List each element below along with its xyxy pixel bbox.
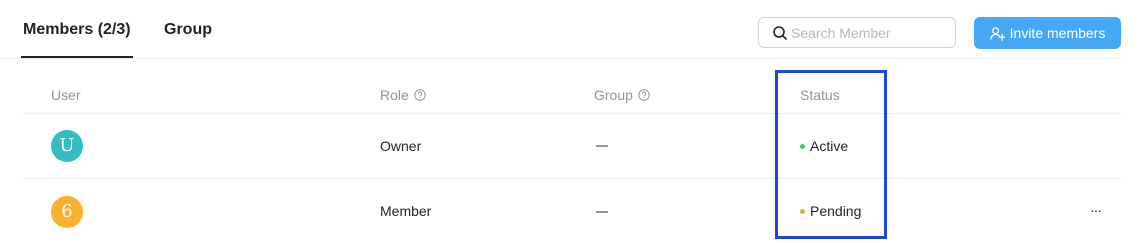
tab-group[interactable]: Group — [164, 20, 212, 40]
avatar: 6 — [51, 196, 83, 228]
question-circle-icon[interactable] — [414, 89, 426, 101]
row-divider — [22, 113, 1121, 114]
search-icon — [773, 26, 787, 40]
add-user-icon — [989, 26, 1005, 41]
column-header-group: Group — [594, 87, 650, 103]
tab-members[interactable]: Members (2/3) — [23, 20, 131, 40]
search-box[interactable] — [758, 17, 956, 48]
row-divider — [22, 178, 1121, 179]
invite-members-label: Invite members — [1009, 25, 1106, 41]
column-header-role-label: Role — [380, 87, 409, 103]
column-header-group-label: Group — [594, 87, 633, 103]
role-cell: Owner — [380, 138, 422, 154]
avatar: U — [51, 130, 83, 162]
more-horizontal-icon[interactable]: ··· — [1090, 203, 1108, 219]
search-input[interactable] — [791, 18, 951, 47]
role-cell: Member — [380, 203, 432, 219]
invite-members-button[interactable]: Invite members — [974, 17, 1121, 49]
status-column-highlight — [775, 70, 887, 239]
column-header-role: Role — [380, 87, 426, 103]
members-page: Members (2/3) Group Invite members User … — [0, 0, 1144, 243]
question-circle-icon[interactable] — [638, 89, 650, 101]
column-header-user-label: User — [51, 87, 81, 103]
tab-divider — [0, 58, 1121, 59]
group-empty-dash — [596, 211, 608, 213]
column-header-user: User — [51, 87, 81, 103]
group-empty-dash — [596, 145, 608, 147]
